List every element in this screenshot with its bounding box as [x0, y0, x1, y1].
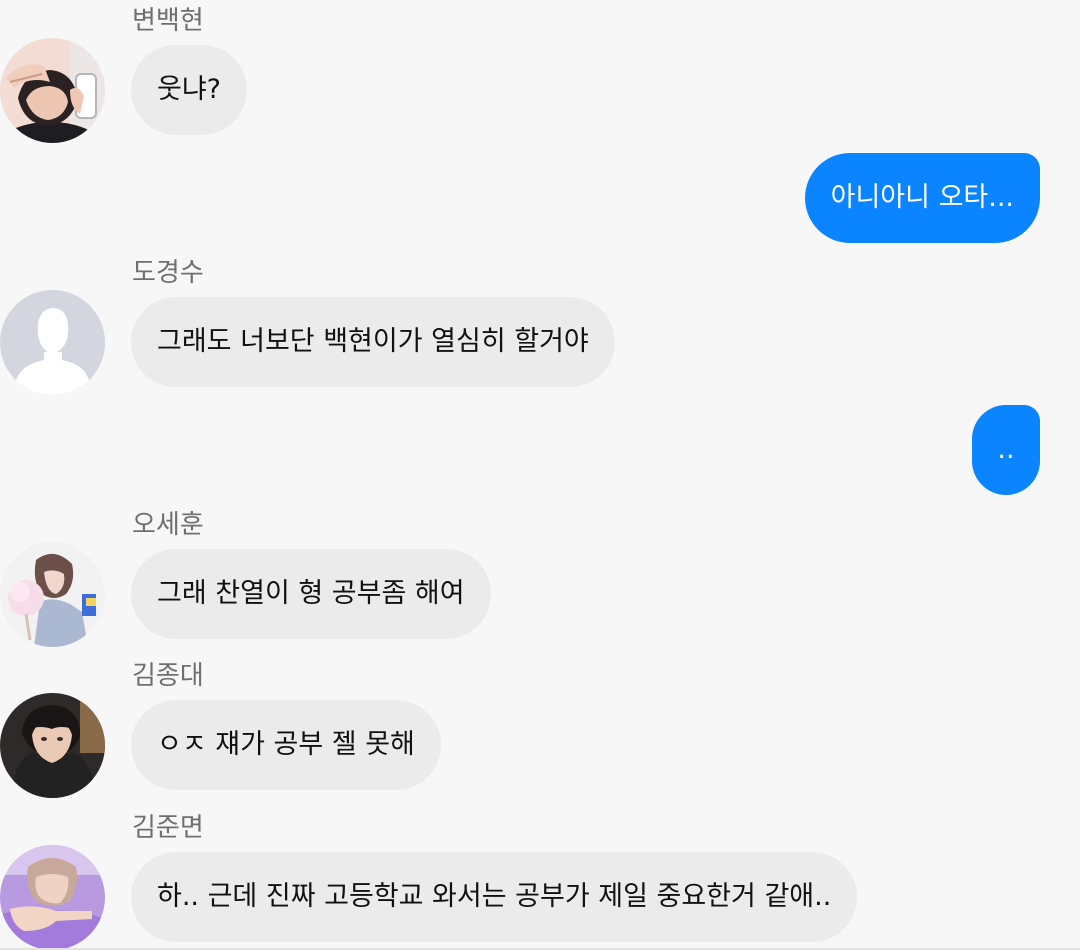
person-photo-dark-hood-icon: [0, 693, 105, 798]
sender-name-sehun: 오세훈: [132, 510, 204, 540]
avatar-jongdae[interactable]: [0, 693, 105, 798]
sender-name-kyungsoo: 도경수: [132, 258, 204, 288]
incoming-bubble-sehun: 그래 찬열이 형 공부좀 해여: [131, 549, 491, 639]
incoming-bubble-junmyeon: 하.. 근데 진짜 고등학교 와서는 공부가 제일 중요한거 같애..: [131, 852, 858, 942]
outgoing-bubble-dots: ..: [972, 405, 1040, 495]
avatar-sehun[interactable]: [0, 542, 105, 647]
avatar-baekhyun[interactable]: [0, 38, 105, 143]
incoming-bubble-jongdae: ㅇㅈ 쟤가 공부 젤 못해: [131, 700, 441, 790]
person-photo-pointing-hand-icon: [0, 845, 105, 950]
sender-name-jongdae: 김종대: [132, 661, 204, 691]
default-user-silhouette-icon: [0, 290, 105, 395]
sender-name-baekhyun: 변백현: [132, 6, 204, 36]
incoming-bubble-kyungsoo: 그래도 너보단 백현이가 열심히 할거야: [131, 297, 615, 387]
sender-name-junmyeon: 김준면: [132, 813, 204, 843]
person-photo-cotton-candy-icon: [0, 542, 105, 647]
person-photo-hand-over-face-icon: [0, 38, 105, 143]
outgoing-bubble: 아니아니 오타...: [804, 153, 1040, 243]
incoming-bubble-baekhyun: 웃냐?: [131, 45, 248, 135]
avatar-kyungsoo[interactable]: [0, 290, 105, 395]
avatar-junmyeon[interactable]: [0, 845, 105, 950]
